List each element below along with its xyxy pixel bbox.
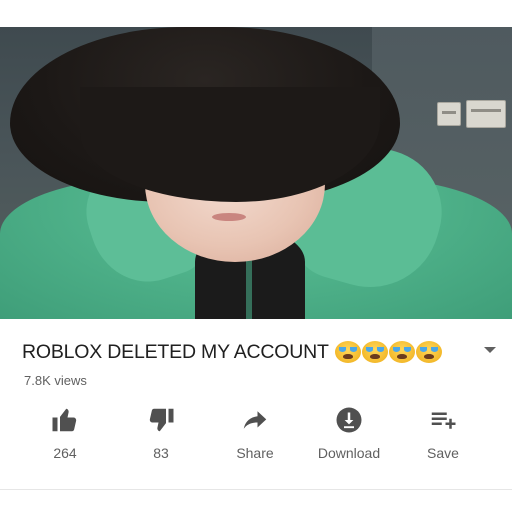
playlist-add-icon xyxy=(431,412,456,429)
share-arrow-icon xyxy=(243,411,267,429)
share-button[interactable]: Share xyxy=(210,405,300,465)
like-count: 264 xyxy=(53,445,77,461)
download-label: Download xyxy=(317,445,381,461)
wall-switch xyxy=(437,102,461,126)
screenshot-frame: ROBLOX DELETED MY ACCOUNT 7.8K views 264 xyxy=(0,0,512,512)
like-button[interactable]: 264 xyxy=(20,405,110,465)
dislike-button[interactable]: 83 xyxy=(116,405,206,465)
download-button[interactable]: Download xyxy=(304,405,394,465)
loudly-crying-emoji-icon xyxy=(388,341,415,363)
thumbs-up-icon xyxy=(52,408,77,432)
divider xyxy=(0,489,512,490)
loudly-crying-emoji-icon xyxy=(415,341,442,363)
loudly-crying-emoji-icon xyxy=(361,341,388,363)
save-label: Save xyxy=(427,445,459,461)
video-title: ROBLOX DELETED MY ACCOUNT xyxy=(22,340,329,363)
jacket-zipper xyxy=(246,257,252,319)
share-label: Share xyxy=(236,445,274,461)
person-mouth xyxy=(212,213,246,221)
thumbs-down-icon xyxy=(149,408,174,432)
dislike-count: 83 xyxy=(153,445,169,461)
video-player[interactable] xyxy=(0,27,512,319)
view-count: 7.8K views xyxy=(24,373,87,388)
loudly-crying-emoji-icon xyxy=(334,341,361,363)
video-info: ROBLOX DELETED MY ACCOUNT 7.8K views 264 xyxy=(0,319,512,489)
download-icon xyxy=(336,407,362,433)
crying-emoji-group xyxy=(334,341,442,363)
wall-thermostat xyxy=(466,100,506,128)
expand-description-chevron-icon[interactable] xyxy=(484,347,496,353)
action-bar: 264 83 Share Download Save xyxy=(0,405,512,465)
title-row[interactable]: ROBLOX DELETED MY ACCOUNT xyxy=(22,339,492,365)
save-button[interactable]: Save xyxy=(398,405,488,465)
